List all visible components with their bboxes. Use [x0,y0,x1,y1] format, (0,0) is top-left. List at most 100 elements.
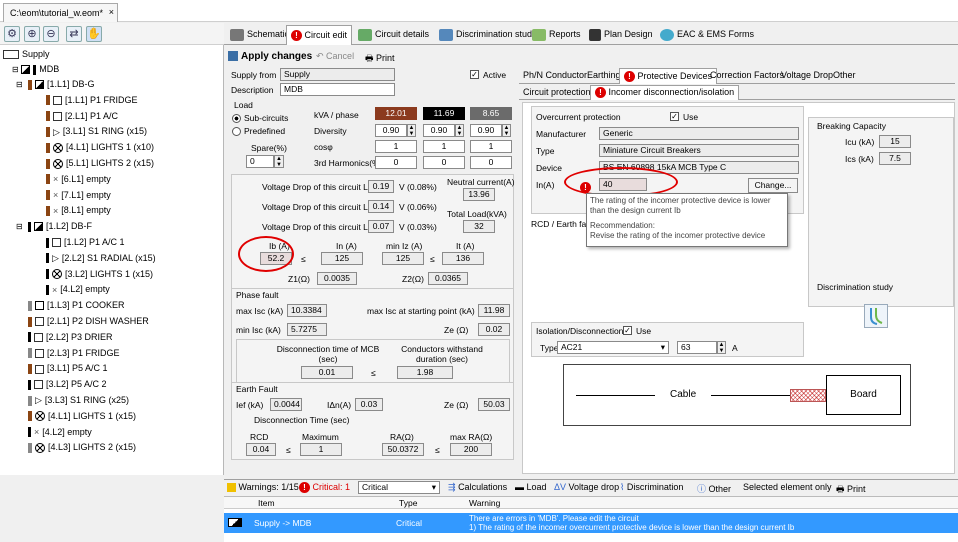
active-label: Active [483,70,507,80]
discrimination-icon: ⌇ [620,482,625,492]
supply-from-field[interactable]: Supply [280,68,395,81]
cosphi-l3[interactable]: 1 [470,140,512,153]
isolation-rating-stepper[interactable]: ▲ ▼ [717,341,726,354]
discrimination-study-button[interactable] [864,304,888,328]
active-checkbox[interactable]: ✓ [470,70,479,79]
tab-schematic[interactable]: Schematic [226,25,293,45]
harmonics-l2[interactable]: 0 [423,156,465,169]
tree-item-mdb[interactable]: ⊟ MDB [12,62,59,77]
tree-item[interactable]: × [7.L1] empty [46,188,111,203]
diversity-l2-stepper[interactable]: ▲ ▼ [455,124,464,137]
tab-other[interactable]: Other [829,68,860,84]
tab-ph-n-conductor[interactable]: Ph/N Conductor [519,68,591,84]
tree-item[interactable]: [3.L1] P5 A/C 1 [28,361,108,376]
tree-label: [4.L3] LIGHTS 2 (x15) [48,442,137,453]
tree-item[interactable]: × [8.L1] empty [46,203,111,218]
tree-item[interactable]: [3.L2] P5 A/C 2 [28,377,107,392]
close-tab-icon[interactable]: × [109,7,114,17]
apply-changes-button[interactable]: Apply changes [228,51,312,62]
cosphi-l2[interactable]: 1 [423,140,465,153]
tree-item[interactable]: [3.L2] LIGHTS 1 (x15) [46,267,153,282]
network-icon[interactable]: ⚙ [4,26,20,42]
discrimination-button[interactable]: ⌇ Discrimination [620,482,683,493]
tree-item[interactable]: ▷ [3.L1] S1 RING (x15) [46,124,147,139]
cancel-button[interactable]: ↶ Cancel [316,51,354,62]
manufacturer-field[interactable]: Generic [599,127,799,140]
tab-circuit-edit[interactable]: ! Circuit edit [286,25,353,45]
tree-item[interactable]: [2.L3] P1 FRIDGE [28,346,120,361]
tooltip-recommendation: Revise the rating of the incomer protect… [590,231,766,240]
tab-correction-factors[interactable]: Correction Factors [706,68,788,84]
tree-item[interactable]: [2.L1] P2 DISH WASHER [28,314,149,329]
tab-circuit-details[interactable]: Circuit details [354,25,433,45]
other-button[interactable]: ⓘ Other [697,482,731,495]
tree-item[interactable]: [1.L3] P1 COOKER [28,298,125,313]
diversity-l3[interactable]: 0.90 [470,124,502,137]
change-button[interactable]: Change... [748,178,798,193]
description-field[interactable]: MDB [280,83,395,96]
spare-field[interactable]: 0 [246,155,274,168]
tree-item[interactable]: ▷ [3.L3] S1 RING (x25) [28,393,129,408]
tree-root[interactable]: Supply [3,47,50,62]
isolation-use-checkbox[interactable]: ✓ [623,326,632,335]
selected-element-only-toggle[interactable]: Selected element only [743,482,832,492]
tab-reports[interactable]: Reports [528,25,585,45]
spare-stepper[interactable]: ▲ ▼ [274,155,284,168]
critical-counter[interactable]: ! Critical: 1 [299,482,350,494]
tree-item[interactable]: [2.L2] P3 DRIER [28,330,113,345]
warnings-counter[interactable]: Warnings: 1/15 [227,482,299,493]
tree-item[interactable]: [1.L1] P1 FRIDGE [46,93,138,108]
print-button[interactable]: 🖶 Print [365,51,395,67]
predefined-radio[interactable] [232,127,241,136]
diversity-l2[interactable]: 0.90 [423,124,455,137]
diversity-l1[interactable]: 0.90 [375,124,407,137]
tree-item[interactable]: [5.L1] LIGHTS 2 (x15) [46,156,154,171]
overcurrent-use-checkbox[interactable]: ✓ [670,112,679,121]
tab-plan-design[interactable]: Plan Design [585,25,657,45]
min-iz-value: 125 [382,252,424,265]
tree-item[interactable]: ⊟ [1.L1] DB-G [16,77,95,92]
calculations-button[interactable]: ⇶ Calculations [448,482,507,493]
description-label: Description [231,85,274,95]
isolation-rating-field[interactable]: 63 [677,341,717,354]
rcd-value: 0.04 [246,443,276,456]
tab-eac-ems-forms[interactable]: EAC & EMS Forms [656,25,758,45]
move-icon[interactable]: ⇄ [66,26,82,42]
harmonics-l1[interactable]: 0 [375,156,417,169]
tab-circuit-protection[interactable]: Circuit protection [519,85,595,100]
tree-item[interactable]: ⊟ [1.L2] DB-F [16,219,92,234]
diversity-l1-stepper[interactable]: ▲ ▼ [407,124,416,137]
tree-label: [5.L1] LIGHTS 2 (x15) [66,158,155,168]
tab-discrimination-study[interactable]: Discrimination study [435,25,541,45]
hand-icon[interactable]: ✋ [86,26,102,42]
cosphi-l1[interactable]: 1 [375,140,417,153]
type-field[interactable]: Miniature Circuit Breakers [599,144,799,157]
tree-item[interactable]: [4.L1] LIGHTS 1 (x10) [46,140,154,155]
tree-item[interactable]: × [4.L2] empty [28,425,92,440]
tree-item[interactable]: [1.L2] P1 A/C 1 [46,235,125,250]
tree-item[interactable]: [2.L1] P1 A/C [46,109,118,124]
isolation-type-select[interactable]: AC21 ▾ [557,341,669,354]
document-tab[interactable]: C:\eom\tutorial_w.eom* × [3,3,118,22]
calculations-label: Calculations [458,482,508,492]
tree-item[interactable]: × [6.L1] empty [46,172,111,187]
diversity-l3-stepper[interactable]: ▲ ▼ [502,124,511,137]
zoom-in-icon[interactable]: ⊕ [24,26,40,42]
tab-protective-devices[interactable]: ! Protective Devices [619,68,718,84]
total-load-value: 32 [463,220,495,233]
zoom-out-icon[interactable]: ⊖ [43,26,59,42]
sub-circuits-radio[interactable] [232,114,241,123]
tree-item[interactable]: [4.L3] LIGHTS 2 (x15) [28,440,136,455]
tree-item[interactable]: ▷ [2.L2] S1 RADIAL (x15) [46,251,156,266]
tree-item[interactable]: × [4.L2] empty [46,282,110,297]
tree-item[interactable]: [4.L1] LIGHTS 1 (x15) [28,409,136,424]
load-button[interactable]: ▬ Load [515,482,547,492]
load-icon: ▬ [515,482,524,492]
tab-incomer-disconnection[interactable]: ! Incomer disconnection/isolation [590,85,740,100]
table-row[interactable]: Supply -> MDB Critical There are errors … [224,513,958,533]
disc-time-label: Disconnection time of MCB (sec) [276,344,380,364]
cosphi-label: cosφ [314,142,333,152]
severity-filter-select[interactable]: Critical ▾ [358,481,440,494]
voltage-drop-button[interactable]: ΔV Voltage drop [554,482,619,492]
harmonics-l3[interactable]: 0 [470,156,512,169]
